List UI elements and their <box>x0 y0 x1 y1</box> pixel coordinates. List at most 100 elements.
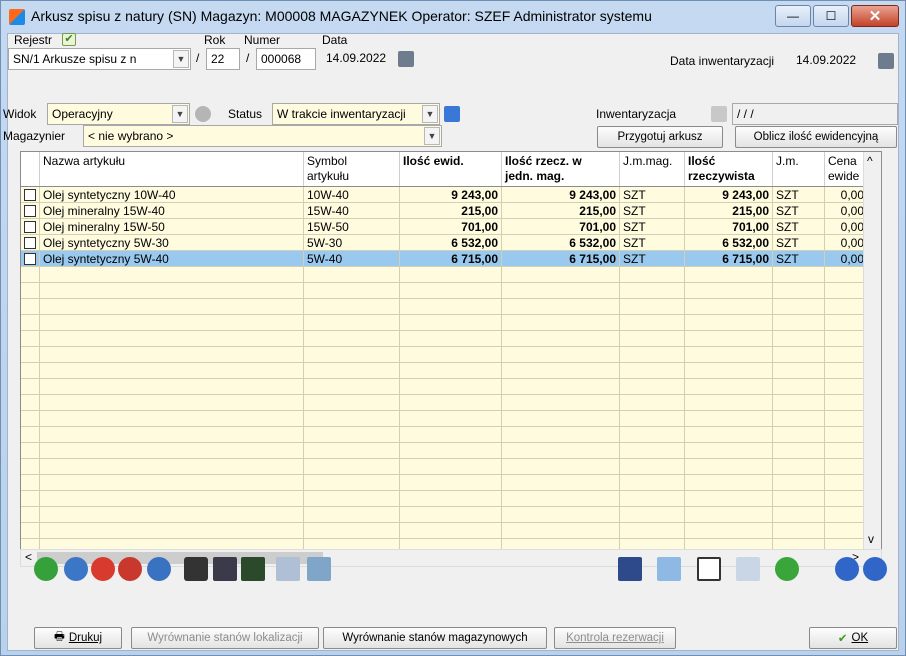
cell-symbol[interactable]: 10W-40 <box>303 186 400 203</box>
cell-cena[interactable]: 0,00 <box>824 202 868 219</box>
cell-cena[interactable]: 0,00 <box>824 250 868 267</box>
cell-jm[interactable]: SZT <box>772 186 825 203</box>
cell-rzecz[interactable]: 6 715,00 <box>684 250 773 267</box>
cell-name[interactable]: Olej mineralny 15W-50 <box>39 218 304 235</box>
column-header[interactable]: J.m.mag. <box>619 152 685 187</box>
group-icon[interactable] <box>276 557 300 581</box>
cell-ewid[interactable]: 6 715,00 <box>399 250 502 267</box>
calendar-icon[interactable] <box>398 51 414 67</box>
widok-select[interactable]: Operacyjny ▼ <box>47 103 190 125</box>
ok-button[interactable]: ✔ OK <box>809 627 897 649</box>
cell-rzecz-mag[interactable]: 6 715,00 <box>501 250 620 267</box>
cell-ewid[interactable]: 701,00 <box>399 218 502 235</box>
row-checkbox[interactable] <box>24 221 36 234</box>
cell-symbol[interactable]: 15W-40 <box>303 202 400 219</box>
check-icon[interactable]: ✔ <box>62 33 76 46</box>
cell-ewid[interactable]: 9 243,00 <box>399 186 502 203</box>
edit-icon[interactable] <box>64 557 88 581</box>
wyrownanie-magazynowych-button[interactable]: Wyrównanie stanów magazynowych <box>323 627 547 649</box>
kontrola-rezerwacji-button[interactable]: Kontrola rezerwacji <box>554 627 676 649</box>
cell-cena[interactable]: 0,00 <box>824 186 868 203</box>
rejestr-select[interactable]: SN/1 Arkusze spisu z n ▼ <box>8 48 191 70</box>
oblicz-ilosc-button[interactable]: Oblicz ilość ewidencyjną <box>735 126 897 148</box>
cell-ewid[interactable]: 6 532,00 <box>399 234 502 251</box>
chevron-down-icon[interactable]: ▼ <box>172 105 188 123</box>
next-icon[interactable] <box>863 557 887 581</box>
row-checkbox-cell[interactable] <box>21 218 40 235</box>
column-header[interactable]: J.m. <box>772 152 825 187</box>
print-button[interactable]: 🖶 Drukuj <box>34 627 122 649</box>
cell-rzecz[interactable]: 6 532,00 <box>684 234 773 251</box>
cell-name[interactable]: Olej syntetyczny 5W-30 <box>39 234 304 251</box>
cell-jm[interactable]: SZT <box>772 218 825 235</box>
chevron-down-icon[interactable]: ▼ <box>173 50 189 68</box>
column-header[interactable]: Cena ewide <box>824 152 868 187</box>
column-header[interactable]: Ilość ewid. <box>399 152 502 187</box>
items-grid[interactable]: Nazwa artykułu Symbol artykułu Ilość ewid. I… <box>20 151 882 565</box>
table-row[interactable]: Olej syntetyczny 10W-40 10W-40 9 243,00 9 2… <box>21 186 868 203</box>
table-row[interactable]: Olej syntetyczny 5W-30 5W-30 6 532,00 6 532… <box>21 234 868 251</box>
report-icon[interactable] <box>618 557 642 581</box>
rok-field[interactable]: 22 <box>206 48 240 70</box>
cell-rzecz-mag[interactable]: 701,00 <box>501 218 620 235</box>
previous-icon[interactable] <box>835 557 859 581</box>
export-icon[interactable] <box>307 557 331 581</box>
scroll-down-icon[interactable]: v <box>868 532 874 546</box>
row-checkbox-cell[interactable] <box>21 250 40 267</box>
document-icon[interactable] <box>657 557 681 581</box>
cell-rzecz[interactable]: 9 243,00 <box>684 186 773 203</box>
park-icon[interactable] <box>147 557 171 581</box>
chevron-down-icon[interactable]: ▼ <box>422 105 438 123</box>
maximize-button[interactable]: ☐ <box>813 5 849 27</box>
cell-cena[interactable]: 0,00 <box>824 218 868 235</box>
cell-jm-mag[interactable]: SZT <box>619 250 685 267</box>
row-checkbox[interactable] <box>24 237 36 250</box>
calendar-icon[interactable] <box>878 53 894 69</box>
data-inwentaryzacji-field[interactable]: 14.09.2022 <box>792 50 880 72</box>
table-row[interactable]: Olej mineralny 15W-50 15W-50 701,00 701,00 S… <box>21 218 868 235</box>
cell-jm-mag[interactable]: SZT <box>619 234 685 251</box>
minimize-button[interactable]: — <box>775 5 811 27</box>
cell-cena[interactable]: 0,00 <box>824 234 868 251</box>
status-select[interactable]: W trakcie inwentaryzacji ▼ <box>272 103 440 125</box>
row-checkbox-cell[interactable] <box>21 202 40 219</box>
close-button[interactable]: ✕ <box>851 5 899 27</box>
refresh-icon[interactable] <box>775 557 799 581</box>
cell-jm[interactable]: SZT <box>772 250 825 267</box>
wyrownanie-lokalizacji-button[interactable]: Wyrównanie stanów lokalizacji <box>131 627 319 649</box>
cell-ewid[interactable]: 215,00 <box>399 202 502 219</box>
scroll-up-icon[interactable]: ^ <box>867 154 873 168</box>
cell-rzecz-mag[interactable]: 6 532,00 <box>501 234 620 251</box>
cell-symbol[interactable]: 5W-40 <box>303 250 400 267</box>
lookup-icon[interactable] <box>711 106 727 122</box>
cell-name[interactable]: Olej syntetyczny 5W-40 <box>39 250 304 267</box>
column-header[interactable]: Symbol artykułu <box>303 152 400 187</box>
row-checkbox-cell[interactable] <box>21 234 40 251</box>
cell-rzecz[interactable]: 701,00 <box>684 218 773 235</box>
cell-jm-mag[interactable]: SZT <box>619 218 685 235</box>
list-icon[interactable] <box>444 106 460 122</box>
binoculars-icon[interactable] <box>184 557 208 581</box>
table-row[interactable]: Olej mineralny 15W-40 15W-40 215,00 215,00 S… <box>21 202 868 219</box>
cell-rzecz[interactable]: 215,00 <box>684 202 773 219</box>
chevron-down-icon[interactable]: ▼ <box>424 127 440 145</box>
row-checkbox[interactable] <box>24 189 36 202</box>
cell-jm[interactable]: SZT <box>772 234 825 251</box>
vertical-scrollbar[interactable]: ^ v <box>863 152 881 564</box>
column-header[interactable]: Ilość rzecz. w jedn. mag. <box>501 152 620 187</box>
cell-jm-mag[interactable]: SZT <box>619 202 685 219</box>
przygotuj-arkusz-button[interactable]: Przygotuj arkusz <box>597 126 723 148</box>
numer-field[interactable]: 000068 <box>256 48 316 70</box>
column-header[interactable]: Nazwa artykułu <box>39 152 304 187</box>
chart-icon[interactable] <box>213 557 237 581</box>
cell-symbol[interactable]: 5W-30 <box>303 234 400 251</box>
remove-filter-icon[interactable] <box>118 557 142 581</box>
cell-symbol[interactable]: 15W-50 <box>303 218 400 235</box>
formula-icon[interactable] <box>241 557 265 581</box>
column-header[interactable] <box>21 152 40 187</box>
delete-icon[interactable] <box>91 557 115 581</box>
save-icon[interactable] <box>697 557 721 581</box>
column-header[interactable]: Ilość rzeczywista <box>684 152 773 187</box>
copy-icon[interactable] <box>736 557 760 581</box>
row-checkbox[interactable] <box>24 253 36 266</box>
